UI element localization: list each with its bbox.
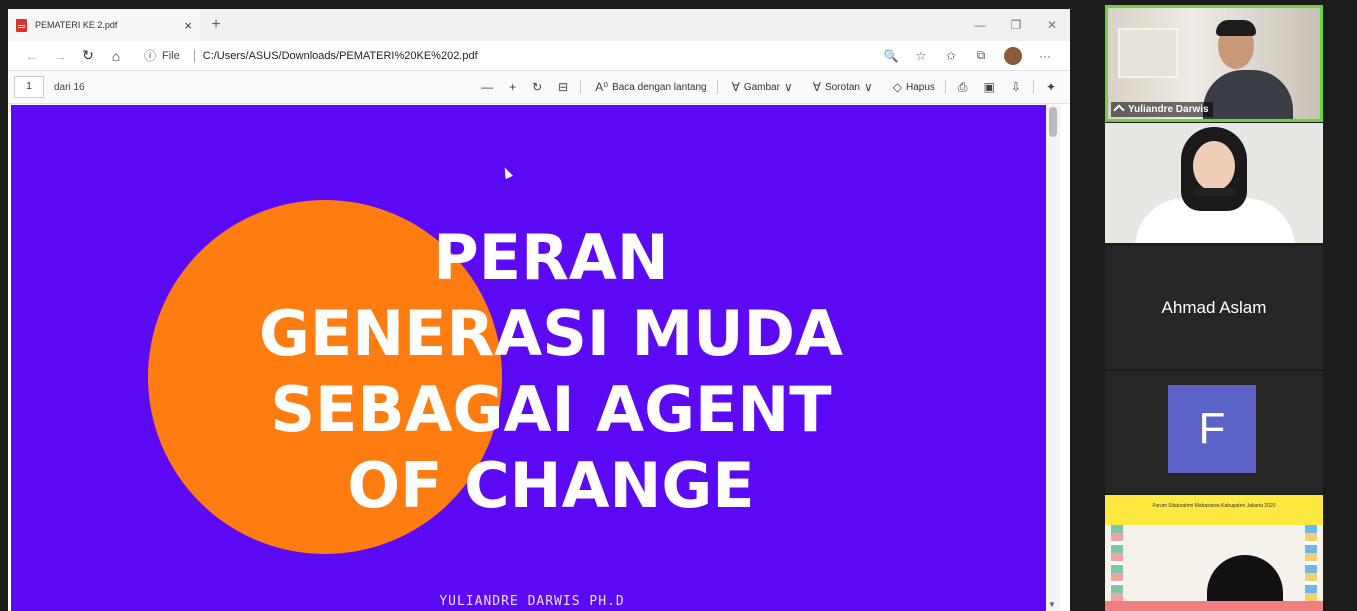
scroll-down-icon[interactable]: ▼ bbox=[1048, 600, 1056, 609]
vertical-scrollbar[interactable]: ▼ bbox=[1046, 105, 1060, 611]
read-aloud-icon: A⁰ bbox=[595, 80, 609, 94]
participant-name-tag: Yuliandre Darwis bbox=[1111, 102, 1213, 117]
collections-icon[interactable]: ⧉ bbox=[966, 48, 996, 63]
profile-avatar[interactable] bbox=[1004, 46, 1022, 65]
erase-label: Hapus bbox=[906, 81, 935, 93]
pdf-file-icon bbox=[16, 18, 27, 32]
video-person-face bbox=[1193, 141, 1235, 191]
participant-tile-video[interactable] bbox=[1105, 123, 1323, 243]
title-line: GENERASI MUDA bbox=[258, 297, 843, 370]
close-window-icon[interactable]: ✕ bbox=[1034, 9, 1070, 41]
video-shelf bbox=[1118, 28, 1178, 78]
participant-name: Yuliandre Darwis bbox=[1128, 104, 1209, 115]
toolbar-divider bbox=[1032, 80, 1034, 94]
tab-pemateri[interactable]: PEMATERI KE 2.pdf × bbox=[8, 9, 200, 41]
favorite-icon[interactable]: ☆ bbox=[906, 49, 936, 63]
tab-bar: PEMATERI KE 2.pdf × + — ❐ ✕ bbox=[8, 9, 1070, 41]
draw-icon: ∀ bbox=[731, 80, 740, 94]
refresh-icon[interactable]: ↻ bbox=[74, 47, 102, 64]
draw-label: Gambar bbox=[743, 81, 780, 93]
participant-name: Ahmad Aslam bbox=[1161, 298, 1267, 317]
minimize-icon[interactable]: — bbox=[962, 9, 998, 41]
virtual-background-decoration bbox=[1305, 525, 1317, 611]
toolbar-divider bbox=[716, 80, 718, 94]
info-icon[interactable]: ⓘ bbox=[144, 47, 156, 64]
participant-tile-name-only[interactable]: Ahmad Aslam bbox=[1105, 246, 1323, 369]
zoom-icon[interactable]: 🔍 bbox=[876, 49, 906, 63]
home-icon[interactable]: ⌂ bbox=[102, 48, 130, 64]
virtual-background-footer bbox=[1105, 601, 1323, 611]
browser-window: PEMATERI KE 2.pdf × + — ❐ ✕ ← → ↻ ⌂ ⓘ Fi… bbox=[8, 9, 1070, 611]
mouse-cursor-icon bbox=[501, 165, 513, 180]
save-icon[interactable]: ▣ bbox=[976, 80, 1003, 94]
tab-close-icon[interactable]: × bbox=[184, 18, 192, 33]
pdf-page: PERAN GENERASI MUDA SEBAGAI AGENT OF CHA… bbox=[11, 105, 1053, 611]
chevron-down-icon[interactable]: ∨ bbox=[780, 80, 797, 94]
tab-title: PEMATERI KE 2.pdf bbox=[35, 20, 118, 30]
highlight-button[interactable]: ∀ Sorotan ∨ bbox=[803, 80, 883, 94]
url-divider bbox=[193, 48, 195, 63]
new-tab-button[interactable]: + bbox=[206, 16, 226, 34]
draw-button[interactable]: ∀ Gambar ∨ bbox=[722, 80, 803, 94]
url-scheme-label: File bbox=[162, 49, 180, 62]
address-bar: ← → ↻ ⌂ ⓘ File C:/Users/ASUS/Downloads/P… bbox=[8, 41, 1070, 71]
initial-avatar: F bbox=[1168, 385, 1256, 473]
video-person-hair bbox=[1216, 20, 1256, 36]
highlight-icon: ∀ bbox=[812, 80, 821, 94]
url-field[interactable]: C:/Users/ASUS/Downloads/PEMATERI%20KE%20… bbox=[203, 50, 876, 62]
scroll-thumb[interactable] bbox=[1049, 107, 1057, 137]
slide-author: YULIANDRE DARWIS PH.D bbox=[439, 594, 625, 609]
back-icon[interactable]: ← bbox=[18, 48, 46, 64]
slide-title: PERAN GENERASI MUDA SEBAGAI AGENT OF CHA… bbox=[211, 220, 891, 524]
rotate-icon[interactable]: ↻ bbox=[524, 80, 550, 94]
pdf-toolbar: 1 dari 16 — + ↻ ⊟ A⁰ Baca dengan lantang… bbox=[8, 71, 1070, 104]
read-aloud-label: Baca dengan lantang bbox=[612, 81, 707, 93]
screen: PEMATERI KE 2.pdf × + — ❐ ✕ ← → ↻ ⌂ ⓘ Fi… bbox=[0, 0, 1357, 611]
page-number-input[interactable]: 1 bbox=[14, 76, 44, 98]
toolbar-divider bbox=[944, 80, 946, 94]
forward-icon[interactable]: → bbox=[46, 48, 74, 64]
pin-icon bbox=[1113, 103, 1125, 116]
more-icon[interactable]: ··· bbox=[1030, 49, 1060, 63]
video-person-mask bbox=[1193, 188, 1235, 196]
chevron-down-icon[interactable]: ∨ bbox=[860, 80, 877, 94]
virtual-background-banner: Forum Silaturahmi Mahasiswa Kabupaten Ja… bbox=[1105, 495, 1323, 525]
zoom-in-icon[interactable]: + bbox=[501, 80, 524, 94]
fit-page-icon[interactable]: ⊟ bbox=[550, 80, 576, 94]
page-count-label: dari 16 bbox=[54, 81, 85, 93]
read-aloud-button[interactable]: A⁰ Baca dengan lantang bbox=[585, 80, 712, 94]
erase-icon: ◇ bbox=[892, 80, 903, 94]
restore-icon[interactable]: ❐ bbox=[998, 9, 1034, 41]
virtual-background-decoration bbox=[1111, 525, 1123, 611]
participant-tile-active-speaker[interactable]: Yuliandre Darwis bbox=[1105, 5, 1323, 122]
highlight-label: Sorotan bbox=[824, 81, 860, 93]
participant-panel: Yuliandre Darwis Ahmad Aslam F Forum Sil… bbox=[1105, 5, 1323, 611]
save-as-icon[interactable]: ⇩ bbox=[1003, 80, 1029, 94]
participant-tile-initial[interactable]: F bbox=[1105, 371, 1323, 493]
window-controls: — ❐ ✕ bbox=[962, 9, 1070, 41]
toolbar-divider bbox=[580, 80, 582, 94]
favorites-list-icon[interactable]: ✩ bbox=[936, 49, 966, 63]
erase-button[interactable]: ◇ Hapus bbox=[883, 80, 941, 94]
participant-tile-shared-virtual-bg[interactable]: Forum Silaturahmi Mahasiswa Kabupaten Ja… bbox=[1105, 495, 1323, 611]
title-line: SEBAGAI AGENT bbox=[270, 373, 832, 446]
print-icon[interactable]: ⎙ bbox=[950, 80, 976, 95]
title-line: PERAN bbox=[433, 221, 669, 294]
pin-toolbar-icon[interactable]: ✦ bbox=[1038, 80, 1064, 94]
zoom-out-icon[interactable]: — bbox=[473, 80, 501, 94]
title-line: OF CHANGE bbox=[347, 449, 755, 522]
